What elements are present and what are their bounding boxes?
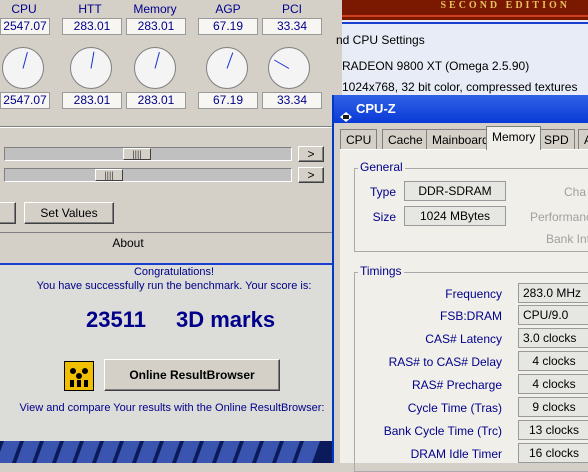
3dmark-banner: SECOND EDITION [342,0,588,20]
tab-about-partial[interactable]: A [578,129,588,149]
bank-cycle-time-value: 13 clocks [518,420,588,440]
header-agp: AGP [215,2,241,16]
congrats-heading: Congratulations! [133,266,215,278]
tab-cache[interactable]: Cache [382,129,429,149]
cpu-dial[interactable] [2,47,44,89]
memory-tab-panel: General Type DDR-SDRAM Cha Size 1024 MBy… [340,149,588,472]
memory-target-value[interactable]: 283.01 [126,92,186,109]
settings-header: nd CPU Settings [336,33,425,47]
cpuz-titlebar[interactable]: CPU-Z [334,95,588,123]
cycle-time-value: 9 clocks [518,397,588,417]
timings-group-label: Timings [358,264,404,278]
set-values-button[interactable]: Set Values [24,202,114,224]
adapter-name: RADEON 9800 XT (Omega 2.5.90) [342,59,530,73]
header-pci: PCI [281,2,302,16]
tab-mainboard[interactable]: Mainboard [426,129,495,149]
online-hint: View and compare Your results with the O… [19,402,325,414]
slider-2-arrow-button[interactable]: > [298,167,324,183]
cpuz-app-icon [340,104,352,122]
partial-button[interactable] [0,202,16,224]
congrats-message: You have successfully run the benchmark.… [36,280,312,292]
slider-thumb-1[interactable]: |||| [123,148,151,160]
pci-current-value: 33.34 [262,18,322,35]
header-cpu: CPU [11,2,37,16]
score-unit: 3D marks [176,307,276,332]
frequency-label: Frequency [445,287,502,301]
pci-target-value[interactable]: 33.34 [262,92,322,109]
bank-cycle-time-label: Bank Cycle Time (Trc) [383,424,502,438]
slider-track-2[interactable]: |||| [4,168,292,182]
dram-idle-timer-value: 16 clocks [518,443,588,463]
tab-memory[interactable]: Memory [486,126,542,150]
general-group-label: General [358,160,405,174]
display-mode: 1024x768, 32 bit color, compressed textu… [342,80,578,94]
decorative-strip [0,441,332,463]
ras-precharge-label: RAS# Precharge [411,378,502,392]
memory-current-value: 283.01 [126,18,186,35]
ras-to-cas-value: 4 clocks [518,351,588,371]
score-value: 23511 [86,307,146,332]
slider-1-arrow-button[interactable]: > [298,146,324,162]
agp-dial[interactable] [206,47,248,89]
separator [0,126,332,128]
performance-label: Performance [530,210,588,224]
channels-label: Cha [564,185,587,199]
tab-spd[interactable]: SPD [538,129,575,149]
htt-dial[interactable] [70,47,112,89]
type-value: DDR-SDRAM [404,181,506,201]
clock-tuner-panel: CPU HTT Memory AGP PCI 2547.07 283.01 28… [0,0,332,261]
result-panel: Congratulations! You have successfully r… [0,263,332,441]
cpu-current-value: 2547.07 [0,18,50,35]
ras-precharge-value: 4 clocks [518,374,588,394]
separator-2 [0,232,332,233]
size-value: 1024 MBytes [404,206,506,226]
futuremark-logo-icon [64,361,94,391]
agp-target-value[interactable]: 67.19 [198,92,258,109]
online-resultbrowser-button[interactable]: Online ResultBrowser [104,359,280,391]
pci-dial-needle [274,59,290,69]
size-label: Size [372,210,396,224]
cas-latency-value: 3.0 clocks [518,328,588,348]
banner-underline [342,22,588,24]
type-label: Type [369,185,396,199]
cpu-dial-needle [22,51,28,69]
header-htt: HTT [78,2,102,16]
memory-dial-needle [154,51,160,69]
htt-current-value: 283.01 [62,18,122,35]
ras-to-cas-label: RAS# to CAS# Delay [388,355,502,369]
about-link[interactable]: About [0,236,256,250]
cas-latency-label: CAS# Latency [425,332,502,346]
agp-current-value: 67.19 [198,18,258,35]
agp-dial-needle [226,52,234,69]
tab-cpu[interactable]: CPU [340,129,378,149]
cpu-target-value[interactable]: 2547.07 [0,92,50,109]
fsb-dram-value: CPU/9.0 [518,305,588,325]
cpuz-window: CPU-Z CPU Cache Mainboard Memory SPD A G… [332,95,588,472]
banner-text: SECOND EDITION [440,0,570,11]
cpuz-title: CPU-Z [356,101,396,116]
dram-idle-timer-label: DRAM Idle Timer [410,447,502,461]
slider-track-1[interactable]: |||| [4,147,292,161]
memory-dial[interactable] [134,47,176,89]
bank-interleave-label: Bank Int [546,232,588,246]
window-gap [332,0,342,95]
fsb-dram-label: FSB:DRAM [439,309,502,323]
frequency-value: 283.0 MHz [518,283,588,303]
htt-dial-needle [90,51,95,69]
header-memory: Memory [133,2,177,16]
slider-thumb-2[interactable]: |||| [95,169,123,181]
htt-target-value[interactable]: 283.01 [62,92,122,109]
cycle-time-label: Cycle Time (Tras) [407,401,502,415]
pci-dial[interactable] [268,47,310,89]
